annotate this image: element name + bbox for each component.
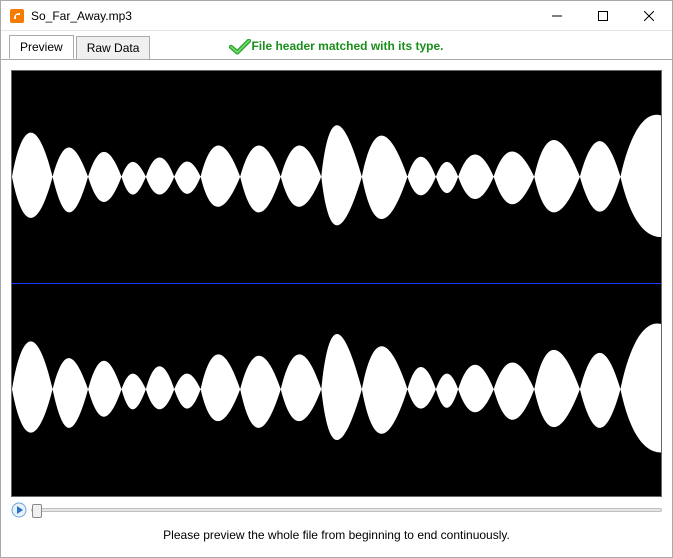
tab-raw-data[interactable]: Raw Data [76, 36, 151, 59]
play-button[interactable] [11, 502, 27, 518]
waveform-svg [12, 71, 661, 496]
topbar: Preview Raw Data File header matched wit… [1, 31, 672, 59]
titlebar: So_Far_Away.mp3 [1, 1, 672, 31]
maximize-button[interactable] [580, 1, 626, 31]
seek-thumb[interactable] [32, 504, 42, 518]
check-icon [229, 39, 247, 53]
app-icon [9, 8, 25, 24]
status-text: File header matched with its type. [251, 39, 443, 53]
footer-text: Please preview the whole file from begin… [163, 528, 510, 542]
tab-preview[interactable]: Preview [9, 35, 74, 59]
close-button[interactable] [626, 1, 672, 31]
waveform-display[interactable] [11, 70, 662, 497]
playback-bar [11, 501, 662, 519]
window-title: So_Far_Away.mp3 [31, 9, 132, 23]
footer-hint: Please preview the whole file from begin… [11, 523, 662, 547]
content-area: Please preview the whole file from begin… [1, 59, 672, 557]
minimize-button[interactable] [534, 1, 580, 31]
tabs: Preview Raw Data [9, 34, 152, 58]
window: So_Far_Away.mp3 Preview Raw Data File he… [0, 0, 673, 558]
seek-slider[interactable] [31, 508, 662, 512]
